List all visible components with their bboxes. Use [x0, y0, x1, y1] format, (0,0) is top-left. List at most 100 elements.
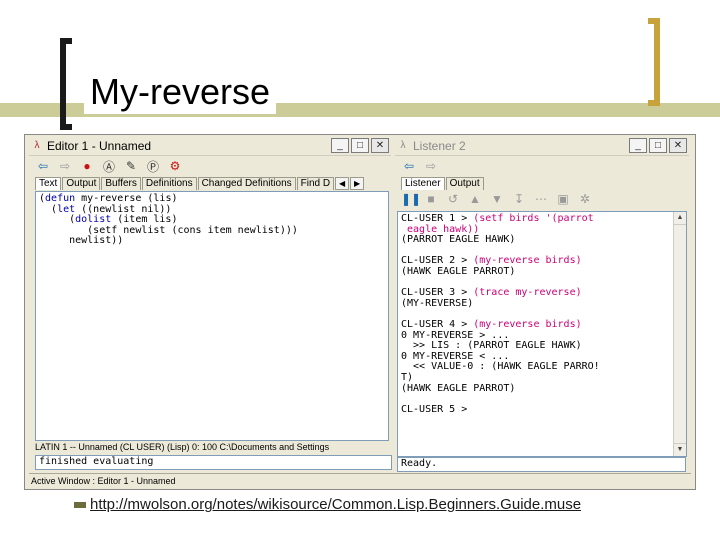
tab-output[interactable]: Output: [62, 177, 101, 190]
transcript-line: (MY-REVERSE): [401, 298, 473, 309]
pause-icon[interactable]: ❚❚: [401, 192, 421, 206]
editor-code: (defun my-reverse (lis) (let ((newlist n…: [36, 192, 388, 249]
forward-arrow-icon[interactable]: ⇨: [423, 159, 439, 173]
code-line: (let ((newlist nil)): [39, 203, 172, 215]
tab-listener[interactable]: Listener: [401, 177, 445, 190]
debug-icon[interactable]: ⚙: [167, 159, 183, 173]
editor-tabs: Text Output Buffers Definitions Changed …: [29, 176, 391, 190]
slide-title: My-reverse: [84, 70, 277, 114]
step-icon[interactable]: ↧: [511, 192, 527, 206]
down-frame-icon[interactable]: ▼: [489, 192, 505, 206]
transcript-output: 0 MY-REVERSE < ...: [401, 350, 510, 362]
lisp-app-icon: λ: [400, 140, 406, 151]
editor-window: λ Editor 1 - Unnamed _ □ ✕ ⇦ ⇨ ● Ⓐ ✎ Ⓟ ⚙…: [29, 137, 392, 470]
transcript-output: CL-USER 1 >: [401, 213, 474, 224]
code-line: newlist)): [39, 235, 124, 247]
editor-title: Editor 1 - Unnamed: [47, 139, 152, 153]
transcript-output: CL-USER 2 >: [401, 255, 474, 267]
transcript-output: (HAWK EAGLE PARROT): [401, 265, 516, 277]
transcript-input: eagle hawk)): [401, 223, 480, 235]
backtrace-icon[interactable]: ⋯: [533, 192, 549, 206]
editor-echo-area: finished evaluating: [35, 455, 392, 470]
listener-debug-toolbar: ❚❚ ■ ↺ ▲ ▼ ↧ ⋯ ▣ ✲: [395, 190, 689, 208]
maximize-button[interactable]: □: [351, 138, 369, 153]
transcript-input: (trace my-reverse): [473, 287, 582, 299]
tab-text[interactable]: Text: [35, 177, 62, 190]
tab-scroll-right-icon[interactable]: ▶: [350, 177, 365, 190]
transcript-output: (HAWK EAGLE PARROT): [401, 382, 516, 394]
back-arrow-icon[interactable]: ⇦: [401, 159, 417, 173]
up-frame-icon[interactable]: ▲: [467, 192, 483, 206]
editor-toolbar: ⇦ ⇨ ● Ⓐ ✎ Ⓟ ⚙: [29, 155, 391, 176]
transcript-line: CL-USER 2 > (my-reverse birds): [401, 255, 582, 267]
tab-find-definitions[interactable]: Find D: [296, 177, 335, 190]
left-bracket-decoration: [60, 38, 72, 130]
back-arrow-icon[interactable]: ⇦: [35, 159, 51, 173]
transcript-output: CL-USER 4 >: [401, 318, 474, 330]
lispworks-screenshot: λ Editor 1 - Unnamed _ □ ✕ ⇦ ⇨ ● Ⓐ ✎ Ⓟ ⚙…: [24, 134, 696, 490]
breakpoint-icon[interactable]: ●: [79, 159, 95, 173]
active-window-status: Active Window : Editor 1 - Unnamed: [29, 473, 691, 488]
transcript-output: >> LIS : (PARROT EAGLE HAWK): [401, 340, 582, 352]
transcript-line: (HAWK EAGLE PARROT): [401, 383, 515, 394]
transcript-output: (MY-REVERSE): [401, 297, 474, 309]
scroll-up-icon[interactable]: ▲: [674, 212, 686, 225]
bug-icon[interactable]: ✲: [577, 192, 593, 206]
transcript-line: eagle hawk)): [401, 224, 479, 235]
transcript-output: CL-USER 3 >: [401, 287, 474, 299]
editor-titlebar: λ Editor 1 - Unnamed _ □ ✕: [29, 137, 391, 155]
transcript-line: 0 MY-REVERSE > ...: [401, 330, 509, 341]
minimize-button[interactable]: _: [331, 138, 349, 153]
transcript-line: 0 MY-REVERSE < ...: [401, 351, 509, 362]
lisp-app-icon: λ: [34, 140, 40, 151]
stop-icon[interactable]: ■: [423, 192, 439, 206]
listener-transcript: CL-USER 1 > (setf birds '(parrot eagle h…: [398, 212, 686, 417]
listener-tabs: Listener Output: [395, 176, 689, 190]
transcript-input: (my-reverse birds): [473, 255, 582, 267]
tab-scroll-left-icon[interactable]: ◀: [335, 177, 350, 190]
bullet-marker: [74, 502, 86, 508]
evaluate-icon[interactable]: Ⓐ: [101, 158, 117, 175]
transcript-line: (PARROT EAGLE HAWK): [401, 234, 515, 245]
transcript-line: CL-USER 5 >: [401, 404, 473, 415]
reference-link[interactable]: http://mwolson.org/notes/wikisource/Comm…: [90, 496, 581, 513]
minimize-button[interactable]: _: [629, 138, 647, 153]
right-bracket-decoration: [648, 18, 660, 106]
code-line: (setf newlist (cons item newlist))): [39, 224, 298, 236]
transcript-input: (setf birds '(parrot: [473, 213, 594, 224]
listener-window-controls: _ □ ✕: [629, 138, 687, 153]
tab-definitions[interactable]: Definitions: [141, 177, 197, 190]
compile-icon[interactable]: ✎: [123, 159, 139, 173]
code-line: (defun my-reverse (lis): [39, 193, 178, 204]
listener-text-area[interactable]: CL-USER 1 > (setf birds '(parrot eagle h…: [397, 211, 687, 457]
tab-output[interactable]: Output: [445, 177, 484, 190]
transcript-output: << VALUE-0 : (HAWK EAGLE PARRO!: [401, 361, 600, 373]
listener-scrollbar[interactable]: ▲ ▼: [673, 212, 686, 456]
transcript-line: CL-USER 3 > (trace my-reverse): [401, 287, 582, 298]
tab-buffers[interactable]: Buffers: [101, 177, 141, 190]
scroll-down-icon[interactable]: ▼: [674, 443, 686, 456]
restart-icon[interactable]: ↺: [445, 192, 461, 206]
forward-arrow-icon[interactable]: ⇨: [57, 159, 73, 173]
code-line: (dolist (item lis): [39, 214, 178, 226]
transcript-output: (PARROT EAGLE HAWK): [401, 234, 516, 246]
listener-title: Listener 2: [413, 139, 466, 153]
transcript-output: T): [401, 371, 414, 383]
close-button[interactable]: ✕: [669, 138, 687, 153]
listener-echo-area: Ready.: [397, 457, 686, 472]
inspect-icon[interactable]: Ⓟ: [145, 158, 161, 175]
editor-window-controls: _ □ ✕: [331, 138, 389, 153]
tab-changed-definitions[interactable]: Changed Definitions: [197, 177, 296, 190]
transcript-output: 0 MY-REVERSE > ...: [401, 329, 510, 341]
close-button[interactable]: ✕: [371, 138, 389, 153]
editor-status-line: LATIN 1 -- Unnamed (CL USER) (Lisp) 0: 1…: [35, 442, 330, 452]
editor-text-area[interactable]: (defun my-reverse (lis) (let ((newlist n…: [35, 191, 389, 441]
transcript-line: << VALUE-0 : (HAWK EAGLE PARRO!: [401, 361, 600, 373]
transcript-line: CL-USER 4 > (my-reverse birds): [401, 319, 582, 330]
transcript-line: >> LIS : (PARROT EAGLE HAWK): [401, 340, 582, 351]
listener-window: λ Listener 2 _ □ ✕ ⇦ ⇨ Listener Output ❚…: [395, 137, 689, 472]
listener-toolbar: ⇦ ⇨: [395, 155, 689, 176]
inspect-icon[interactable]: ▣: [555, 192, 571, 206]
maximize-button[interactable]: □: [649, 138, 667, 153]
transcript-output: CL-USER 5 >: [401, 403, 474, 415]
